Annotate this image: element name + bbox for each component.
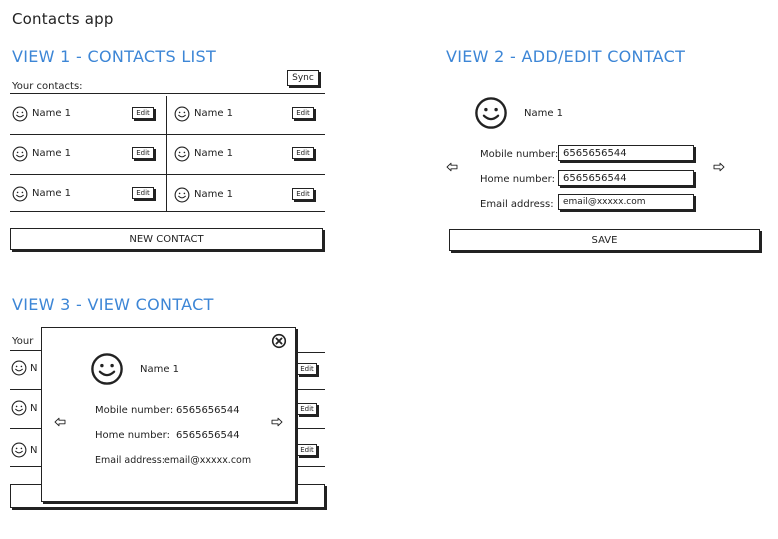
edit-button[interactable]: Edit [292, 188, 314, 200]
list-divider [10, 389, 42, 390]
smiley-icon [11, 400, 27, 416]
edit-button[interactable]: Edit [297, 403, 317, 415]
list-divider [10, 93, 325, 94]
view2-title: VIEW 2 - ADD/EDIT CONTACT [446, 47, 686, 66]
arrow-right-icon[interactable] [271, 417, 283, 427]
contact-name: Name 1 [140, 364, 180, 375]
contact-name: Name 1 [32, 188, 72, 199]
edit-button[interactable]: Edit [297, 363, 317, 375]
mobile-label: Mobile number: [95, 405, 174, 416]
contact-name: Name 1 [194, 189, 234, 200]
smiley-icon [474, 96, 508, 130]
sync-button[interactable]: Sync [287, 70, 319, 86]
smiley-icon [174, 146, 190, 162]
contact-item[interactable]: Name 1 Edit [12, 184, 162, 204]
smiley-icon [174, 187, 190, 203]
list-divider [10, 466, 42, 467]
contact-detail-modal: Name 1 Mobile number: 6565656544 Home nu… [41, 327, 296, 502]
arrow-right-icon[interactable] [713, 162, 725, 172]
home-number-value: 6565656544 [176, 430, 240, 441]
list-divider [10, 350, 42, 351]
contacts-section-label: Your contacts: [12, 81, 83, 92]
contact-name: Name 1 [194, 148, 234, 159]
contact-name: Name 1 [32, 108, 72, 119]
edit-button[interactable]: Edit [292, 147, 314, 159]
arrow-left-icon[interactable] [446, 162, 458, 172]
email-value: email@xxxxx.com [164, 455, 252, 466]
new-contact-button[interactable]: NEW CONTACT [10, 228, 323, 250]
app-title: Contacts app [12, 10, 114, 28]
close-icon[interactable] [271, 333, 287, 349]
mobile-label: Mobile number: [480, 149, 559, 160]
contact-item[interactable]: Name 1 Edit [174, 144, 324, 164]
contact-name: Name 1 [32, 148, 72, 159]
edit-button[interactable]: Edit [132, 107, 154, 119]
mobile-number-field[interactable] [558, 145, 694, 161]
contact-item[interactable]: Name 1 Edit [174, 185, 324, 205]
smiley-icon [174, 106, 190, 122]
smiley-icon [12, 186, 28, 202]
edit-button[interactable]: Edit [297, 444, 317, 456]
list-divider [296, 466, 325, 467]
list-divider [296, 352, 325, 353]
background-section-label: Your [12, 336, 34, 347]
contact-item[interactable]: Name 1 Edit [12, 144, 162, 164]
smiley-icon [12, 106, 28, 122]
edit-button[interactable]: Edit [292, 107, 314, 119]
smiley-icon [90, 352, 124, 386]
background-name-fragment: N [30, 403, 38, 414]
home-label: Home number: [480, 174, 555, 185]
contact-name: Name 1 [194, 108, 234, 119]
arrow-left-icon[interactable] [54, 417, 66, 427]
home-label: Home number: [95, 430, 170, 441]
list-divider [10, 134, 325, 135]
list-divider [296, 428, 325, 429]
email-label: Email address: [95, 455, 165, 466]
smiley-icon [12, 146, 28, 162]
contact-name: Name 1 [524, 108, 564, 119]
background-name-fragment: N [30, 445, 38, 456]
list-divider [10, 428, 42, 429]
contact-item[interactable]: Name 1 Edit [174, 104, 324, 124]
background-name-fragment: N [30, 363, 38, 374]
view3-title: VIEW 3 - VIEW CONTACT [12, 295, 214, 314]
smiley-icon [11, 360, 27, 376]
edit-button[interactable]: Edit [132, 147, 154, 159]
list-divider [296, 389, 325, 390]
column-divider [166, 96, 167, 211]
mobile-number-value: 6565656544 [176, 405, 240, 416]
contact-item[interactable]: Name 1 Edit [12, 104, 162, 124]
email-field[interactable] [558, 194, 694, 210]
list-divider [10, 174, 325, 175]
smiley-icon [11, 442, 27, 458]
home-number-field[interactable] [558, 170, 694, 186]
list-divider [10, 211, 325, 212]
edit-button[interactable]: Edit [132, 187, 154, 199]
save-button[interactable]: SAVE [449, 229, 760, 251]
email-label: Email address: [480, 199, 554, 210]
view1-title: VIEW 1 - CONTACTS LIST [12, 47, 217, 66]
